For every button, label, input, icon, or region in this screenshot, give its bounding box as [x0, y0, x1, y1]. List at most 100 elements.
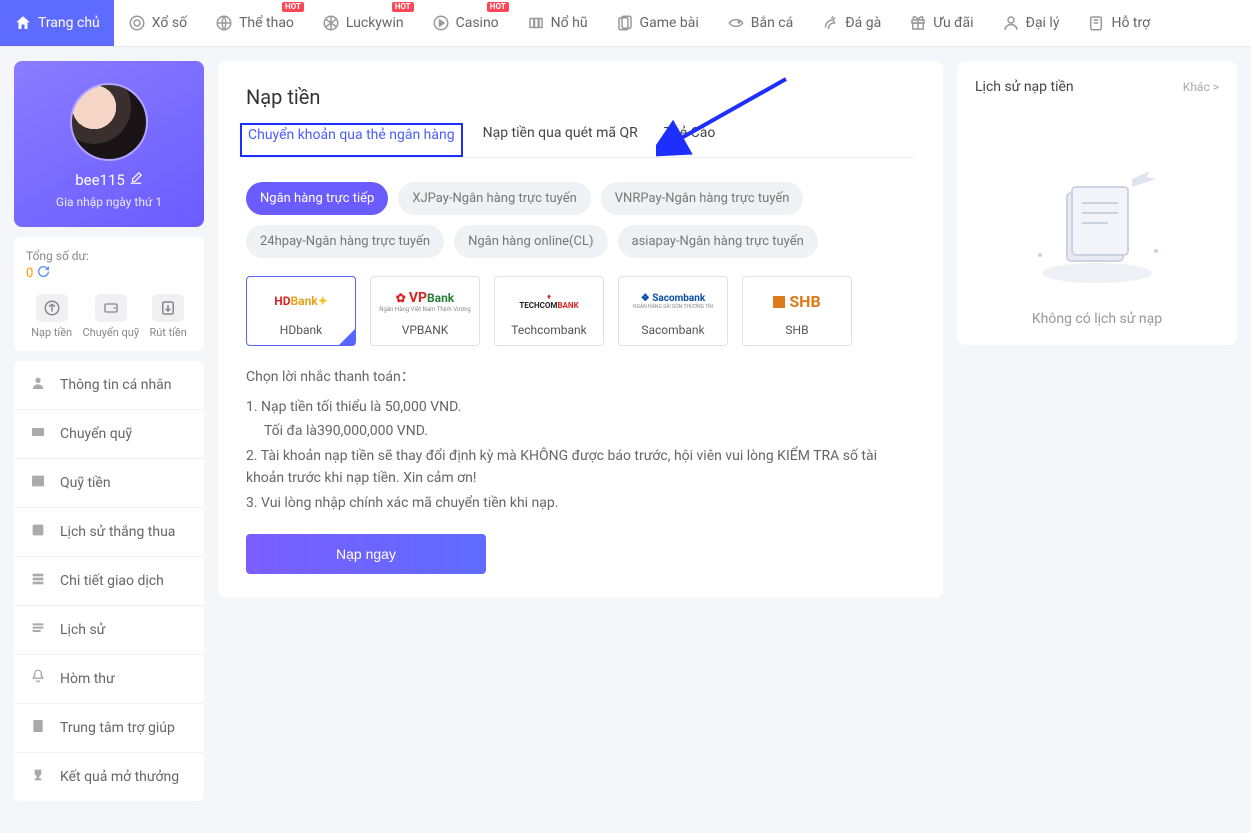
- menu-icon: [30, 718, 48, 738]
- menu-label: Chuyển quỹ: [60, 426, 132, 442]
- topnav-item-10[interactable]: Đại lý: [988, 0, 1074, 46]
- hot-badge: HOT: [392, 2, 414, 12]
- topnav-label: Bắn cá: [751, 15, 794, 31]
- refresh-icon[interactable]: [37, 265, 50, 282]
- notice-row: 1. Nạp tiền tối thiểu là 50,000 VND.: [246, 396, 915, 418]
- history-panel: Lịch sử nạp tiền Khác > Không có lịch sử…: [957, 61, 1237, 345]
- balance-value: 0: [26, 266, 33, 281]
- menu-item-6[interactable]: Hòm thư: [14, 655, 204, 704]
- balance-card: Tổng số dư: 0 Nạp tiền Chuyển quỹ Rút tiền: [14, 237, 204, 351]
- bank-name: HDbank: [251, 323, 351, 337]
- bank-card-hd[interactable]: HDBank✦HDbank: [246, 276, 356, 346]
- topnav-item-4[interactable]: Casino HOT: [418, 0, 513, 46]
- balance-label: Tổng số dư:: [26, 249, 192, 263]
- menu-label: Thông tin cá nhân: [60, 377, 172, 393]
- menu-item-8[interactable]: Kết quả mở thưởng: [14, 753, 204, 801]
- method-chip-5[interactable]: asiapay-Ngân hàng trực tuyến: [618, 225, 818, 258]
- edit-icon[interactable]: [129, 171, 143, 189]
- method-chip-1[interactable]: XJPay-Ngân hàng trực tuyến: [398, 182, 590, 215]
- menu-label: Quỹ tiền: [60, 475, 111, 491]
- bank-card-scb[interactable]: ❖ SacombankNGÂN HÀNG SÀI GÒN THƯƠNG TÍN S…: [618, 276, 728, 346]
- menu-item-1[interactable]: Chuyển quỹ: [14, 410, 204, 459]
- bank-name: SHB: [747, 323, 847, 337]
- bank-logo-icon: ❖ SacombankNGÂN HÀNG SÀI GÒN THƯƠNG TÍN: [623, 287, 723, 315]
- ball-icon: [322, 14, 340, 32]
- menu-label: Trung tâm trợ giúp: [60, 720, 175, 736]
- wallet-icon: [152, 294, 184, 322]
- topnav-label: Ưu đãi: [933, 15, 973, 31]
- menu-icon: [30, 424, 48, 444]
- menu-item-5[interactable]: Lịch sử: [14, 606, 204, 655]
- profile-card: bee115 Gia nhập ngày thứ 1: [14, 61, 204, 227]
- topnav-item-2[interactable]: Thể thaoHOT: [201, 0, 308, 46]
- rooster-icon: [821, 14, 839, 32]
- deposit-button[interactable]: Nạp ngay: [246, 534, 486, 574]
- method-chip-0[interactable]: Ngân hàng trực tiếp: [246, 182, 388, 215]
- hot-badge: HOT: [487, 2, 509, 12]
- menu-item-3[interactable]: Lịch sử thắng thua: [14, 508, 204, 557]
- method-chips: Ngân hàng trực tiếp XJPay-Ngân hàng trực …: [246, 182, 915, 258]
- top-nav: Trang chủXổ sốThể thaoHOTLuckywinHOTCasi…: [0, 0, 1251, 47]
- method-chip-4[interactable]: Ngân hàng online(CL): [454, 225, 607, 258]
- bank-name: Sacombank: [623, 323, 723, 337]
- bank-list: HDBank✦HDbank✿ VPBankNgân Hàng Việt Nam …: [246, 276, 915, 346]
- bank-card-vp[interactable]: ✿ VPBankNgân Hàng Việt Nam Thịnh VượngVP…: [370, 276, 480, 346]
- bank-logo-icon: SHB: [747, 287, 847, 315]
- bank-card-tcb[interactable]: ♦TECHCOMBANKTechcombank: [494, 276, 604, 346]
- topnav-item-1[interactable]: Xổ số: [114, 0, 201, 46]
- menu-item-4[interactable]: Chi tiết giao dịch: [14, 557, 204, 606]
- sidebar: bee115 Gia nhập ngày thứ 1 Tổng số dư: 0…: [14, 61, 204, 801]
- topnav-item-6[interactable]: Game bài: [602, 0, 713, 46]
- topnav-label: Đá gà: [845, 15, 881, 31]
- menu-label: Lịch sử thắng thua: [60, 524, 175, 540]
- wallet-action-label: Nạp tiền: [31, 326, 72, 339]
- method-chip-3[interactable]: 24hpay-Ngân hàng trực tuyến: [246, 225, 444, 258]
- wallet-action-0[interactable]: Nạp tiền: [31, 294, 72, 339]
- play-icon: [432, 14, 450, 32]
- sports-icon: [215, 14, 233, 32]
- topnav-item-7[interactable]: Bắn cá: [713, 0, 808, 46]
- history-more[interactable]: Khác >: [1183, 80, 1219, 94]
- topnav-label: Game bài: [640, 15, 699, 31]
- menu-icon: [30, 620, 48, 640]
- menu-label: Lịch sử: [60, 622, 105, 638]
- empty-illustration-icon: [1012, 155, 1182, 295]
- card-icon: [616, 14, 634, 32]
- method-chip-2[interactable]: VNRPay-Ngân hàng trực tuyến: [601, 182, 804, 215]
- topnav-item-9[interactable]: Ưu đãi: [895, 0, 987, 46]
- topnav-label: Casino: [456, 15, 499, 31]
- avatar[interactable]: [70, 83, 148, 161]
- deposit-tabs: Chuyển khoản qua thẻ ngân hàngNạp tiền q…: [246, 125, 915, 158]
- topnav-item-3[interactable]: LuckywinHOT: [308, 0, 418, 46]
- menu-item-0[interactable]: Thông tin cá nhân: [14, 361, 204, 410]
- topnav-label: Nổ hũ: [551, 15, 588, 31]
- membership-text: Gia nhập ngày thứ 1: [26, 195, 192, 209]
- topnav-label: Xổ số: [152, 15, 187, 31]
- notice-row: Tối đa là390,000,000 VND.: [246, 420, 915, 442]
- menu-label: Kết quả mở thưởng: [60, 769, 179, 785]
- deposit-tab-0[interactable]: Chuyển khoản qua thẻ ngân hàng: [240, 123, 463, 157]
- deposit-tab-2[interactable]: Thẻ Cào: [664, 125, 716, 157]
- menu-label: Hòm thư: [60, 671, 115, 687]
- topnav-item-5[interactable]: Nổ hũ: [513, 0, 602, 46]
- menu-item-7[interactable]: Trung tâm trợ giúp: [14, 704, 204, 753]
- bank-name: VPBANK: [375, 323, 475, 337]
- wallet-action-2[interactable]: Rút tiền: [149, 294, 186, 339]
- deposit-tab-1[interactable]: Nạp tiền qua quét mã QR: [483, 125, 638, 157]
- empty-text: Không có lịch sử nạp: [975, 311, 1219, 327]
- menu-label: Chi tiết giao dịch: [60, 573, 164, 589]
- wallet-action-1[interactable]: Chuyển quỹ: [82, 294, 139, 339]
- menu-icon: [30, 571, 48, 591]
- wallet-action-label: Rút tiền: [149, 326, 186, 339]
- username: bee115: [75, 171, 125, 189]
- wallet-icon: [95, 294, 127, 322]
- home-icon: [14, 14, 32, 32]
- bank-card-shb[interactable]: SHB SHB: [742, 276, 852, 346]
- menu-item-2[interactable]: Quỹ tiền: [14, 459, 204, 508]
- menu-icon: [30, 767, 48, 787]
- topnav-item-11[interactable]: Hỗ trợ: [1073, 0, 1164, 46]
- topnav-item-0[interactable]: Trang chủ: [0, 0, 114, 46]
- topnav-item-8[interactable]: Đá gà: [807, 0, 895, 46]
- help-icon: [1087, 14, 1105, 32]
- main-panel: Nạp tiền Chuyển khoản qua thẻ ngân hàngN…: [218, 61, 943, 598]
